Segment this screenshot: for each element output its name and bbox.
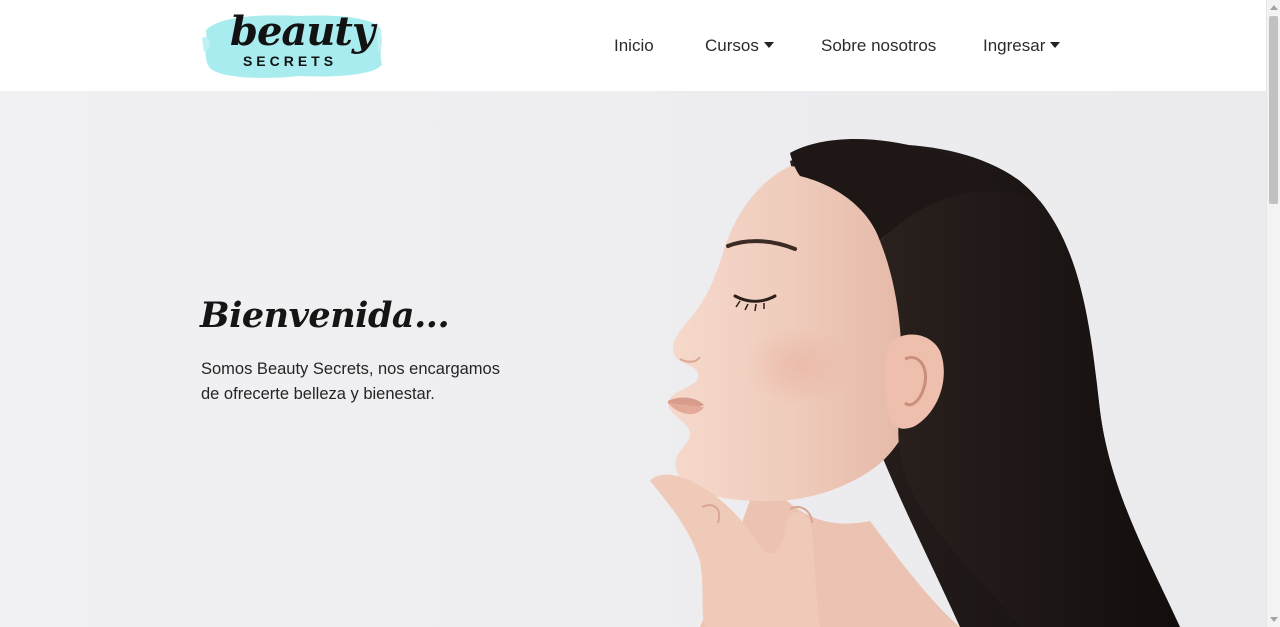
scroll-up-arrow-icon[interactable] bbox=[1270, 5, 1278, 10]
navbar: beauty SECRETS Inicio Cursos Sobre nosot… bbox=[0, 0, 1266, 91]
vertical-scrollbar[interactable] bbox=[1266, 0, 1280, 627]
hero-image bbox=[650, 139, 1180, 627]
nav-label: Cursos bbox=[705, 36, 759, 55]
caret-down-icon bbox=[1050, 41, 1061, 48]
hero-description: Somos Beauty Secrets, nos encargamos de … bbox=[201, 360, 500, 403]
nav-label: Sobre nosotros bbox=[821, 36, 937, 55]
caret-down-icon bbox=[763, 41, 774, 48]
nav-label: Ingresar bbox=[983, 36, 1046, 55]
nav-item-ingresar[interactable]: Ingresar bbox=[983, 34, 1061, 58]
nav-item-sobre-nosotros[interactable]: Sobre nosotros bbox=[821, 34, 936, 58]
nav-item-cursos[interactable]: Cursos bbox=[705, 34, 774, 58]
hero-title: Bienvenida... bbox=[200, 295, 450, 336]
scroll-thumb[interactable] bbox=[1269, 16, 1278, 204]
logo-wordmark: beauty bbox=[230, 8, 375, 55]
nav-label: Inicio bbox=[614, 36, 654, 55]
brand-logo[interactable]: beauty SECRETS bbox=[200, 8, 384, 82]
scroll-down-arrow-icon[interactable] bbox=[1270, 617, 1278, 622]
nav-item-inicio[interactable]: Inicio bbox=[614, 34, 654, 58]
hero-banner: Bienvenida... Somos Beauty Secrets, nos … bbox=[0, 91, 1266, 627]
logo-subtitle: SECRETS bbox=[242, 53, 338, 69]
